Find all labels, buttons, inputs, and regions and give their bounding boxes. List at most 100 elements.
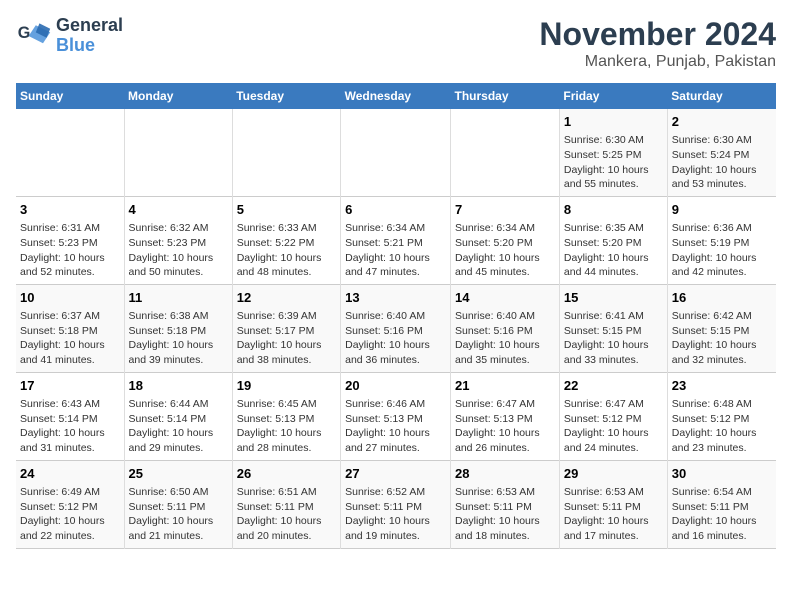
day-number: 12 <box>237 289 336 307</box>
logo-icon: G <box>16 18 52 54</box>
day-number: 25 <box>129 465 228 483</box>
day-info: Sunrise: 6:39 AMSunset: 5:17 PMDaylight:… <box>237 309 336 368</box>
day-info: Sunrise: 6:51 AMSunset: 5:11 PMDaylight:… <box>237 485 336 544</box>
calendar-table: SundayMondayTuesdayWednesdayThursdayFrid… <box>16 83 776 549</box>
day-info: Sunrise: 6:36 AMSunset: 5:19 PMDaylight:… <box>672 221 772 280</box>
day-info: Sunrise: 6:49 AMSunset: 5:12 PMDaylight:… <box>20 485 120 544</box>
week-row-4: 17 Sunrise: 6:43 AMSunset: 5:14 PMDayligh… <box>16 372 776 460</box>
day-number: 30 <box>672 465 772 483</box>
calendar-cell: 3 Sunrise: 6:31 AMSunset: 5:23 PMDaylight… <box>16 196 124 284</box>
calendar-cell: 23 Sunrise: 6:48 AMSunset: 5:12 PMDayligh… <box>667 372 776 460</box>
day-number: 3 <box>20 201 120 219</box>
day-number: 11 <box>129 289 228 307</box>
header-sunday: Sunday <box>16 83 124 109</box>
day-info: Sunrise: 6:52 AMSunset: 5:11 PMDaylight:… <box>345 485 446 544</box>
day-info: Sunrise: 6:53 AMSunset: 5:11 PMDaylight:… <box>564 485 663 544</box>
calendar-cell: 12 Sunrise: 6:39 AMSunset: 5:17 PMDayligh… <box>232 284 340 372</box>
svg-text:G: G <box>18 24 31 42</box>
calendar-cell: 1 Sunrise: 6:30 AMSunset: 5:25 PMDaylight… <box>559 109 667 196</box>
calendar-cell <box>124 109 232 196</box>
calendar-cell <box>341 109 451 196</box>
calendar-cell: 5 Sunrise: 6:33 AMSunset: 5:22 PMDaylight… <box>232 196 340 284</box>
day-info: Sunrise: 6:47 AMSunset: 5:12 PMDaylight:… <box>564 397 663 456</box>
day-number: 17 <box>20 377 120 395</box>
day-number: 4 <box>129 201 228 219</box>
header-wednesday: Wednesday <box>341 83 451 109</box>
day-info: Sunrise: 6:30 AMSunset: 5:24 PMDaylight:… <box>672 133 772 192</box>
calendar-cell: 25Sunrise: 6:50 AMSunset: 5:11 PMDayligh… <box>124 460 232 548</box>
day-info: Sunrise: 6:30 AMSunset: 5:25 PMDaylight:… <box>564 133 663 192</box>
week-row-2: 3 Sunrise: 6:31 AMSunset: 5:23 PMDaylight… <box>16 196 776 284</box>
calendar-cell: 9 Sunrise: 6:36 AMSunset: 5:19 PMDaylight… <box>667 196 776 284</box>
day-info: Sunrise: 6:53 AMSunset: 5:11 PMDaylight:… <box>455 485 555 544</box>
week-row-1: 1 Sunrise: 6:30 AMSunset: 5:25 PMDaylight… <box>16 109 776 196</box>
day-info: Sunrise: 6:31 AMSunset: 5:23 PMDaylight:… <box>20 221 120 280</box>
day-info: Sunrise: 6:46 AMSunset: 5:13 PMDaylight:… <box>345 397 446 456</box>
calendar-cell: 8Sunrise: 6:35 AMSunset: 5:20 PMDaylight… <box>559 196 667 284</box>
day-number: 26 <box>237 465 336 483</box>
week-row-3: 10 Sunrise: 6:37 AMSunset: 5:18 PMDayligh… <box>16 284 776 372</box>
day-number: 7 <box>455 201 555 219</box>
day-number: 19 <box>237 377 336 395</box>
day-info: Sunrise: 6:40 AMSunset: 5:16 PMDaylight:… <box>345 309 446 368</box>
day-number: 24 <box>20 465 120 483</box>
day-number: 10 <box>20 289 120 307</box>
day-number: 20 <box>345 377 446 395</box>
header-tuesday: Tuesday <box>232 83 340 109</box>
calendar-title: November 2024 <box>539 16 776 53</box>
header-saturday: Saturday <box>667 83 776 109</box>
day-number: 6 <box>345 201 446 219</box>
day-number: 15 <box>564 289 663 307</box>
calendar-cell: 26 Sunrise: 6:51 AMSunset: 5:11 PMDayligh… <box>232 460 340 548</box>
day-info: Sunrise: 6:34 AMSunset: 5:20 PMDaylight:… <box>455 221 555 280</box>
header-thursday: Thursday <box>451 83 560 109</box>
day-info: Sunrise: 6:45 AMSunset: 5:13 PMDaylight:… <box>237 397 336 456</box>
day-number: 2 <box>672 113 772 131</box>
calendar-cell: 29 Sunrise: 6:53 AMSunset: 5:11 PMDayligh… <box>559 460 667 548</box>
day-info: Sunrise: 6:48 AMSunset: 5:12 PMDaylight:… <box>672 397 772 456</box>
calendar-cell: 27 Sunrise: 6:52 AMSunset: 5:11 PMDayligh… <box>341 460 451 548</box>
day-number: 29 <box>564 465 663 483</box>
calendar-cell: 28 Sunrise: 6:53 AMSunset: 5:11 PMDayligh… <box>451 460 560 548</box>
calendar-cell: 15Sunrise: 6:41 AMSunset: 5:15 PMDayligh… <box>559 284 667 372</box>
day-number: 13 <box>345 289 446 307</box>
day-info: Sunrise: 6:40 AMSunset: 5:16 PMDaylight:… <box>455 309 555 368</box>
day-info: Sunrise: 6:37 AMSunset: 5:18 PMDaylight:… <box>20 309 120 368</box>
calendar-cell: 13 Sunrise: 6:40 AMSunset: 5:16 PMDayligh… <box>341 284 451 372</box>
day-number: 1 <box>564 113 663 131</box>
day-number: 5 <box>237 201 336 219</box>
day-number: 22 <box>564 377 663 395</box>
calendar-header: SundayMondayTuesdayWednesdayThursdayFrid… <box>16 83 776 109</box>
calendar-cell <box>451 109 560 196</box>
day-number: 18 <box>129 377 228 395</box>
calendar-cell: 16Sunrise: 6:42 AMSunset: 5:15 PMDayligh… <box>667 284 776 372</box>
calendar-cell: 4Sunrise: 6:32 AMSunset: 5:23 PMDaylight… <box>124 196 232 284</box>
day-number: 28 <box>455 465 555 483</box>
day-info: Sunrise: 6:44 AMSunset: 5:14 PMDaylight:… <box>129 397 228 456</box>
day-number: 8 <box>564 201 663 219</box>
day-number: 16 <box>672 289 772 307</box>
calendar-cell: 6 Sunrise: 6:34 AMSunset: 5:21 PMDaylight… <box>341 196 451 284</box>
calendar-cell: 24 Sunrise: 6:49 AMSunset: 5:12 PMDayligh… <box>16 460 124 548</box>
calendar-cell <box>16 109 124 196</box>
day-number: 27 <box>345 465 446 483</box>
calendar-cell: 19 Sunrise: 6:45 AMSunset: 5:13 PMDayligh… <box>232 372 340 460</box>
header-friday: Friday <box>559 83 667 109</box>
calendar-cell: 22 Sunrise: 6:47 AMSunset: 5:12 PMDayligh… <box>559 372 667 460</box>
day-number: 21 <box>455 377 555 395</box>
logo-line2: Blue <box>56 36 123 56</box>
calendar-cell: 2 Sunrise: 6:30 AMSunset: 5:24 PMDaylight… <box>667 109 776 196</box>
day-number: 23 <box>672 377 772 395</box>
day-number: 9 <box>672 201 772 219</box>
day-info: Sunrise: 6:43 AMSunset: 5:14 PMDaylight:… <box>20 397 120 456</box>
day-info: Sunrise: 6:54 AMSunset: 5:11 PMDaylight:… <box>672 485 772 544</box>
calendar-cell: 17 Sunrise: 6:43 AMSunset: 5:14 PMDayligh… <box>16 372 124 460</box>
day-info: Sunrise: 6:47 AMSunset: 5:13 PMDaylight:… <box>455 397 555 456</box>
calendar-cell: 21 Sunrise: 6:47 AMSunset: 5:13 PMDayligh… <box>451 372 560 460</box>
title-section: November 2024 Mankera, Punjab, Pakistan <box>539 16 776 71</box>
day-info: Sunrise: 6:34 AMSunset: 5:21 PMDaylight:… <box>345 221 446 280</box>
calendar-cell: 18 Sunrise: 6:44 AMSunset: 5:14 PMDayligh… <box>124 372 232 460</box>
calendar-cell: 30 Sunrise: 6:54 AMSunset: 5:11 PMDayligh… <box>667 460 776 548</box>
day-number: 14 <box>455 289 555 307</box>
day-info: Sunrise: 6:33 AMSunset: 5:22 PMDaylight:… <box>237 221 336 280</box>
